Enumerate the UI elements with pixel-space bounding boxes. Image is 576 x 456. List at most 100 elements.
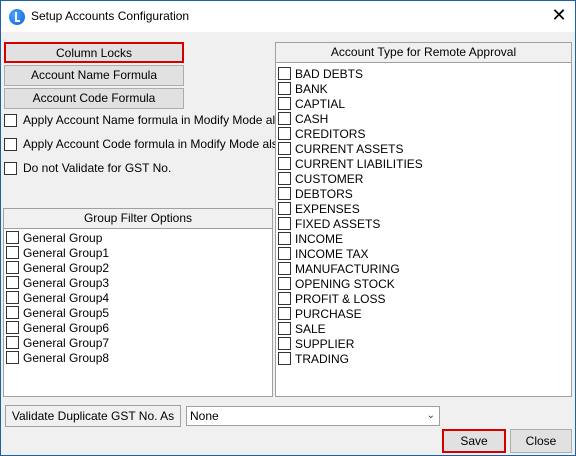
account-type-item[interactable]: MANUFACTURING — [278, 261, 400, 276]
checkbox[interactable] — [278, 322, 291, 335]
checkbox[interactable] — [6, 321, 19, 334]
checkbox[interactable] — [278, 262, 291, 275]
account-type-label: OPENING STOCK — [295, 276, 395, 291]
checkbox[interactable] — [278, 67, 291, 80]
account-type-label: CURRENT LIABILITIES — [295, 156, 423, 171]
checkbox[interactable] — [6, 276, 19, 289]
group-item[interactable]: General Group5 — [6, 305, 109, 320]
account-type-label: SUPPLIER — [295, 336, 355, 351]
account-type-item[interactable]: CREDITORS — [278, 126, 365, 141]
account-type-item[interactable]: DEBTORS — [278, 186, 353, 201]
account-type-panel: Account Type for Remote Approval BAD DEB… — [275, 42, 572, 397]
checkbox[interactable] — [278, 307, 291, 320]
account-type-item[interactable]: FIXED ASSETS — [278, 216, 380, 231]
close-icon[interactable]: ✕ — [549, 6, 569, 26]
option-label: Apply Account Name formula in Modify Mod… — [23, 113, 288, 127]
account-type-item[interactable]: INCOME — [278, 231, 343, 246]
account-type-label: CUSTOMER — [295, 171, 364, 186]
checkbox[interactable] — [278, 202, 291, 215]
account-code-formula-button[interactable]: Account Code Formula — [4, 88, 184, 109]
account-type-label: PROFIT & LOSS — [295, 291, 386, 306]
account-name-formula-button[interactable]: Account Name Formula — [4, 65, 184, 86]
account-type-label: CAPTIAL — [295, 96, 346, 111]
setup-accounts-dialog: Setup Accounts Configuration ✕ Column Lo… — [0, 0, 576, 456]
checkbox[interactable] — [6, 306, 19, 319]
group-label: General Group7 — [23, 335, 110, 350]
account-type-item[interactable]: SALE — [278, 321, 326, 336]
account-type-item[interactable]: CASH — [278, 111, 328, 126]
account-type-item[interactable]: OPENING STOCK — [278, 276, 395, 291]
checkbox[interactable] — [4, 113, 17, 127]
group-label: General Group1 — [23, 245, 110, 260]
checkbox[interactable] — [278, 82, 291, 95]
checkbox[interactable] — [6, 351, 19, 364]
checkbox[interactable] — [278, 97, 291, 110]
group-item[interactable]: General Group — [6, 230, 102, 245]
option-no-gst-validation[interactable]: Do not Validate for GST No. — [4, 160, 171, 176]
checkbox[interactable] — [278, 217, 291, 230]
group-label: General Group2 — [23, 260, 110, 275]
account-type-item[interactable]: BAD DEBTS — [278, 66, 363, 81]
group-item[interactable]: General Group6 — [6, 320, 109, 335]
checkbox[interactable] — [278, 232, 291, 245]
checkbox[interactable] — [278, 157, 291, 170]
chevron-down-icon[interactable]: ⌄ — [427, 407, 435, 425]
group-label: General Group3 — [23, 275, 110, 290]
column-locks-button[interactable]: Column Locks — [4, 42, 184, 63]
checkbox[interactable] — [6, 231, 19, 244]
group-item[interactable]: General Group3 — [6, 275, 109, 290]
group-filter-panel: Group Filter Options General Group Gener… — [3, 208, 273, 397]
close-button[interactable]: Close — [510, 429, 572, 453]
group-label: General Group — [23, 230, 103, 245]
checkbox[interactable] — [6, 291, 19, 304]
account-type-label: BANK — [295, 81, 328, 96]
checkbox[interactable] — [4, 161, 17, 175]
checkbox[interactable] — [278, 292, 291, 305]
checkbox[interactable] — [278, 247, 291, 260]
group-item[interactable]: General Group2 — [6, 260, 109, 275]
checkbox[interactable] — [278, 352, 291, 365]
account-type-label: PURCHASE — [295, 306, 362, 321]
group-item[interactable]: General Group7 — [6, 335, 109, 350]
group-label: General Group4 — [23, 290, 110, 305]
account-type-item[interactable]: TRADING — [278, 351, 349, 366]
validate-duplicate-label: Validate Duplicate GST No. As — [5, 405, 181, 427]
checkbox[interactable] — [278, 112, 291, 125]
group-item[interactable]: General Group1 — [6, 245, 109, 260]
account-type-item[interactable]: EXPENSES — [278, 201, 360, 216]
checkbox[interactable] — [6, 246, 19, 259]
group-item[interactable]: General Group4 — [6, 290, 109, 305]
save-button[interactable]: Save — [442, 429, 506, 453]
option-apply-code-formula[interactable]: Apply Account Code formula in Modify Mod… — [4, 136, 284, 152]
account-type-label: INCOME — [295, 231, 343, 246]
account-type-label: CURRENT ASSETS — [295, 141, 404, 156]
account-type-item[interactable]: CUSTOMER — [278, 171, 363, 186]
checkbox[interactable] — [278, 337, 291, 350]
account-type-item[interactable]: INCOME TAX — [278, 246, 369, 261]
checkbox[interactable] — [4, 137, 17, 151]
account-type-item[interactable]: PURCHASE — [278, 306, 362, 321]
checkbox[interactable] — [6, 261, 19, 274]
checkbox[interactable] — [6, 336, 19, 349]
account-type-item[interactable]: CURRENT LIABILITIES — [278, 156, 423, 171]
checkbox[interactable] — [278, 142, 291, 155]
account-type-item[interactable]: PROFIT & LOSS — [278, 291, 385, 306]
group-item[interactable]: General Group8 — [6, 350, 109, 365]
title-bar: Setup Accounts Configuration ✕ — [1, 1, 575, 32]
account-type-label: BAD DEBTS — [295, 66, 364, 81]
checkbox[interactable] — [278, 172, 291, 185]
account-type-item[interactable]: CURRENT ASSETS — [278, 141, 403, 156]
validate-duplicate-select[interactable]: None ⌄ — [186, 406, 440, 426]
checkbox[interactable] — [278, 127, 291, 140]
account-type-item[interactable]: CAPTIAL — [278, 96, 345, 111]
option-apply-name-formula[interactable]: Apply Account Name formula in Modify Mod… — [4, 112, 288, 128]
account-type-item[interactable]: SUPPLIER — [278, 336, 354, 351]
checkbox[interactable] — [278, 277, 291, 290]
account-type-label: INCOME TAX — [295, 246, 369, 261]
account-type-label: DEBTORS — [295, 186, 353, 201]
checkbox[interactable] — [278, 187, 291, 200]
app-icon — [9, 9, 25, 25]
account-type-label: MANUFACTURING — [295, 261, 400, 276]
account-type-item[interactable]: BANK — [278, 81, 328, 96]
option-label: Apply Account Code formula in Modify Mod… — [23, 137, 285, 151]
